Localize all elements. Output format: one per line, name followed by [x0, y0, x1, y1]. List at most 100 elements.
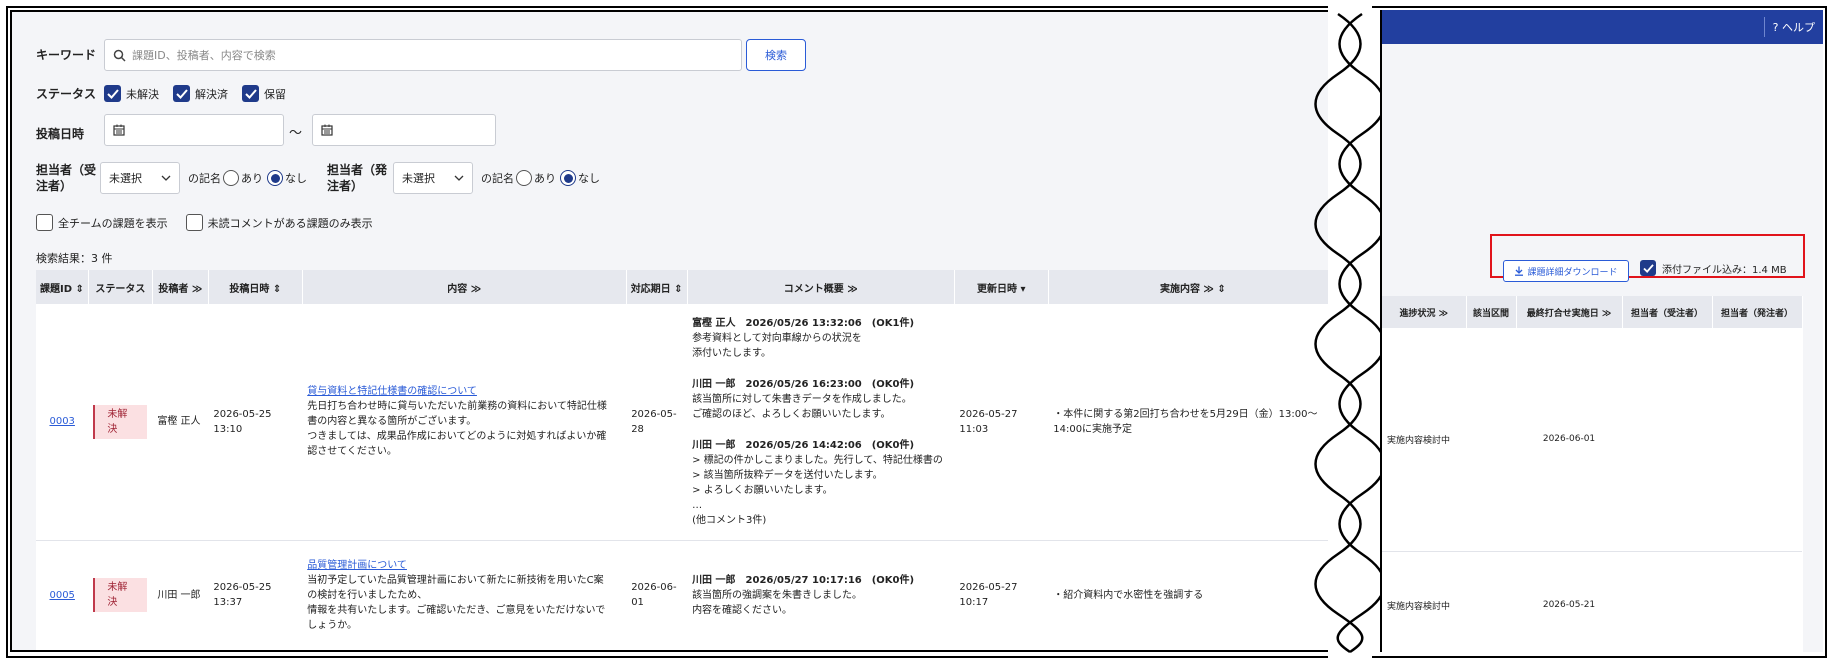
calendar-icon [113, 124, 125, 136]
assignee-receiver-cell [1622, 328, 1712, 552]
more-comments[interactable]: (他コメント3件) [692, 513, 949, 528]
col-header-progress[interactable]: 進捗状況 ≫ [1382, 296, 1467, 328]
assignee-receiver-select-value: 未選択 [109, 172, 142, 185]
col-header-poster[interactable]: 投稿者 ≫ [152, 270, 209, 304]
unread-only-label: 未読コメントがある課題のみ表示 [207, 216, 373, 230]
search-icon [113, 49, 126, 62]
attach-files-checkbox[interactable]: 添付ファイル込み：1.4 MB [1640, 260, 1787, 276]
col-header-assignee-orderer: 担当者（発注者） [1712, 296, 1803, 328]
status-pending-checkbox[interactable]: 保留 [242, 85, 286, 102]
updated-cell: 2026-05-27 10:17 [954, 540, 1049, 650]
mention-label-orderer: の記名 [481, 172, 514, 185]
mention-receiver-yes-radio[interactable]: あり [223, 170, 263, 186]
date-separator: 〜 [289, 126, 303, 141]
posted-cell: 2026-05-25 13:10 [208, 304, 303, 541]
comment-line: > 標記の件かしこまりました。先行して、特記仕様書の [692, 454, 943, 466]
content-title-link[interactable]: 貸与資料と特記仕様書の確認について [307, 384, 621, 399]
content-cell: 貸与資料と特記仕様書の確認について 先日打ち合わせ時に貸与いただいた前業務の資料… [302, 304, 627, 541]
mention-label-receiver: の記名 [188, 172, 221, 185]
content-line: つきましては、成果品作成においてどのように対処すればよいか確 [307, 431, 607, 443]
mention-orderer-no-radio[interactable]: なし [560, 170, 600, 186]
mention-receiver-no-radio[interactable]: なし [267, 170, 307, 186]
col-header-action[interactable]: 実施内容 ≫ ⇕ [1048, 270, 1338, 304]
radio-off-icon [223, 170, 239, 186]
keyword-placeholder: 課題ID、投稿者、内容で検索 [132, 49, 276, 62]
progress-cell: 実施内容検討中 [1382, 328, 1466, 552]
chevron-down-icon [454, 175, 464, 181]
col-header-due[interactable]: 対応期日 ⇕ [626, 270, 688, 304]
radio-off-icon [516, 170, 532, 186]
assignee-row: 担当者（受注者） 未選択 の記名 あり なし 担当者（発注者） 未選択 の記名 … [36, 162, 604, 194]
issue-search-panel: キーワード 課題ID、投稿者、内容で検索 検索 ステータス 未解決 解決済 保留… [10, 10, 1340, 652]
assignee-orderer-cell [1712, 328, 1802, 552]
table-row: 0003 未解決 富樫 正人 2026-05-25 13:10 貸与資料と特記仕… [36, 304, 1338, 541]
comments-cell: 富樫 正人 2026/05/26 13:32:06 (OK1件) 参考資料として… [687, 304, 955, 541]
status-resolved-checkbox[interactable]: 解決済 [173, 85, 228, 102]
keyword-label: キーワード [36, 48, 97, 62]
status-unresolved-checkbox[interactable]: 未解決 [104, 85, 159, 102]
issue-table-right-panel: ? ヘルプ 課題詳細ダウンロード 添付ファイル込み：1.4 MB 進捗状況 ≫ … [1380, 10, 1823, 652]
table-header-row: 課題ID ⇕ ステータス 投稿者 ≫ 投稿日時 ⇕ 内容 ≫ 対応期日 ⇕ コメ… [36, 270, 1338, 304]
download-icon [1515, 266, 1524, 276]
progress-cell: 実施内容検討中 [1382, 551, 1466, 652]
content-line: 先日打ち合わせ時に貸与いただいた前業務の資料において特記仕様 [307, 401, 607, 413]
assignee-receiver-label: 担当者（受注者） [36, 163, 97, 193]
assignee-orderer-label: 担当者（発注者） [327, 163, 388, 193]
comment-header: 川田 一郎 2026/05/27 10:17:16 (OK0件) [692, 574, 915, 586]
content-line: 認させてください。 [307, 446, 397, 458]
status-pending-label: 保留 [264, 87, 287, 101]
date-to-input[interactable] [312, 114, 496, 146]
col-header-status: ステータス [88, 270, 153, 304]
poster-cell: 富樫 正人 [152, 304, 209, 541]
search-button[interactable]: 検索 [746, 39, 806, 71]
col-header-id[interactable]: 課題ID ⇕ [36, 270, 89, 304]
assignee-receiver-select[interactable]: 未選択 [100, 162, 180, 194]
status-unresolved-label: 未解決 [126, 87, 160, 101]
col-header-updated[interactable]: 更新日時 ▾ [954, 270, 1049, 304]
col-header-last-meeting[interactable]: 最終打合せ実施日 ≫ [1516, 296, 1623, 328]
keyword-input[interactable]: 課題ID、投稿者、内容で検索 [104, 39, 742, 71]
radio-on-icon [560, 170, 576, 186]
issue-id-link[interactable]: 0005 [49, 590, 74, 601]
unread-only-checkbox[interactable]: 未読コメントがある課題のみ表示 [185, 214, 373, 231]
content-line: 情報を共有いたします。ご確認いただき、ご意見をいただけないで [307, 604, 606, 616]
result-count: 検索結果：3 件 [36, 252, 113, 265]
keyword-row: キーワード [36, 46, 96, 63]
content-title-link[interactable]: 品質管理計画について [307, 558, 621, 573]
cut-marker [1314, 0, 1386, 662]
issue-id-link[interactable]: 0003 [49, 416, 74, 427]
col-header-content[interactable]: 内容 ≫ [302, 270, 627, 304]
due-cell: 2026-06-01 [626, 540, 688, 650]
help-link[interactable]: ? ヘルプ [1773, 19, 1815, 35]
table-row: 0005 未解決 川田 一郎 2026-05-25 13:37 品質管理計画につ… [36, 540, 1338, 650]
comment-line: 添付いたします。 [692, 347, 772, 359]
col-header-posted[interactable]: 投稿日時 ⇕ [208, 270, 303, 304]
poster-cell: 川田 一郎 [152, 540, 209, 650]
status-label: ステータス [36, 87, 97, 101]
due-cell: 2026-05-28 [626, 304, 688, 541]
comment-line: ご確認のほど、よろしくお願いいたします。 [692, 408, 891, 420]
download-detail-button[interactable]: 課題詳細ダウンロード [1503, 260, 1629, 282]
status-resolved-label: 解決済 [195, 87, 229, 101]
date-from-input[interactable] [104, 114, 284, 146]
status-row: ステータス 未解決 解決済 保留 [36, 85, 300, 102]
radio-no-label: なし [285, 172, 307, 185]
comment-header: 富樫 正人 2026/05/26 13:32:06 (OK1件) [692, 317, 915, 329]
attach-files-label: 添付ファイル込み：1.4 MB [1662, 264, 1787, 276]
status-badge: 未解決 [93, 578, 148, 612]
updated-cell: 2026-05-27 11:03 [954, 304, 1049, 541]
comment-line: 参考資料として対向車線からの状況を [692, 332, 862, 344]
mention-orderer-yes-radio[interactable]: あり [516, 170, 556, 186]
header-divider [1763, 17, 1765, 37]
checkbox-unchecked-icon [185, 214, 203, 231]
all-teams-checkbox[interactable]: 全チームの課題を表示 [36, 214, 168, 231]
content-line: の検討を行いましたため、 [307, 589, 428, 601]
radio-on-icon [267, 170, 283, 186]
assignee-orderer-select[interactable]: 未選択 [393, 162, 473, 194]
posted-date-label: 投稿日時 [36, 127, 85, 141]
section-cell [1466, 328, 1516, 552]
assignee-receiver-cell [1622, 551, 1712, 652]
col-header-comments[interactable]: コメント概要 ≫ [687, 270, 955, 304]
calendar-icon [321, 124, 333, 136]
radio-yes-label: あり [241, 172, 263, 185]
